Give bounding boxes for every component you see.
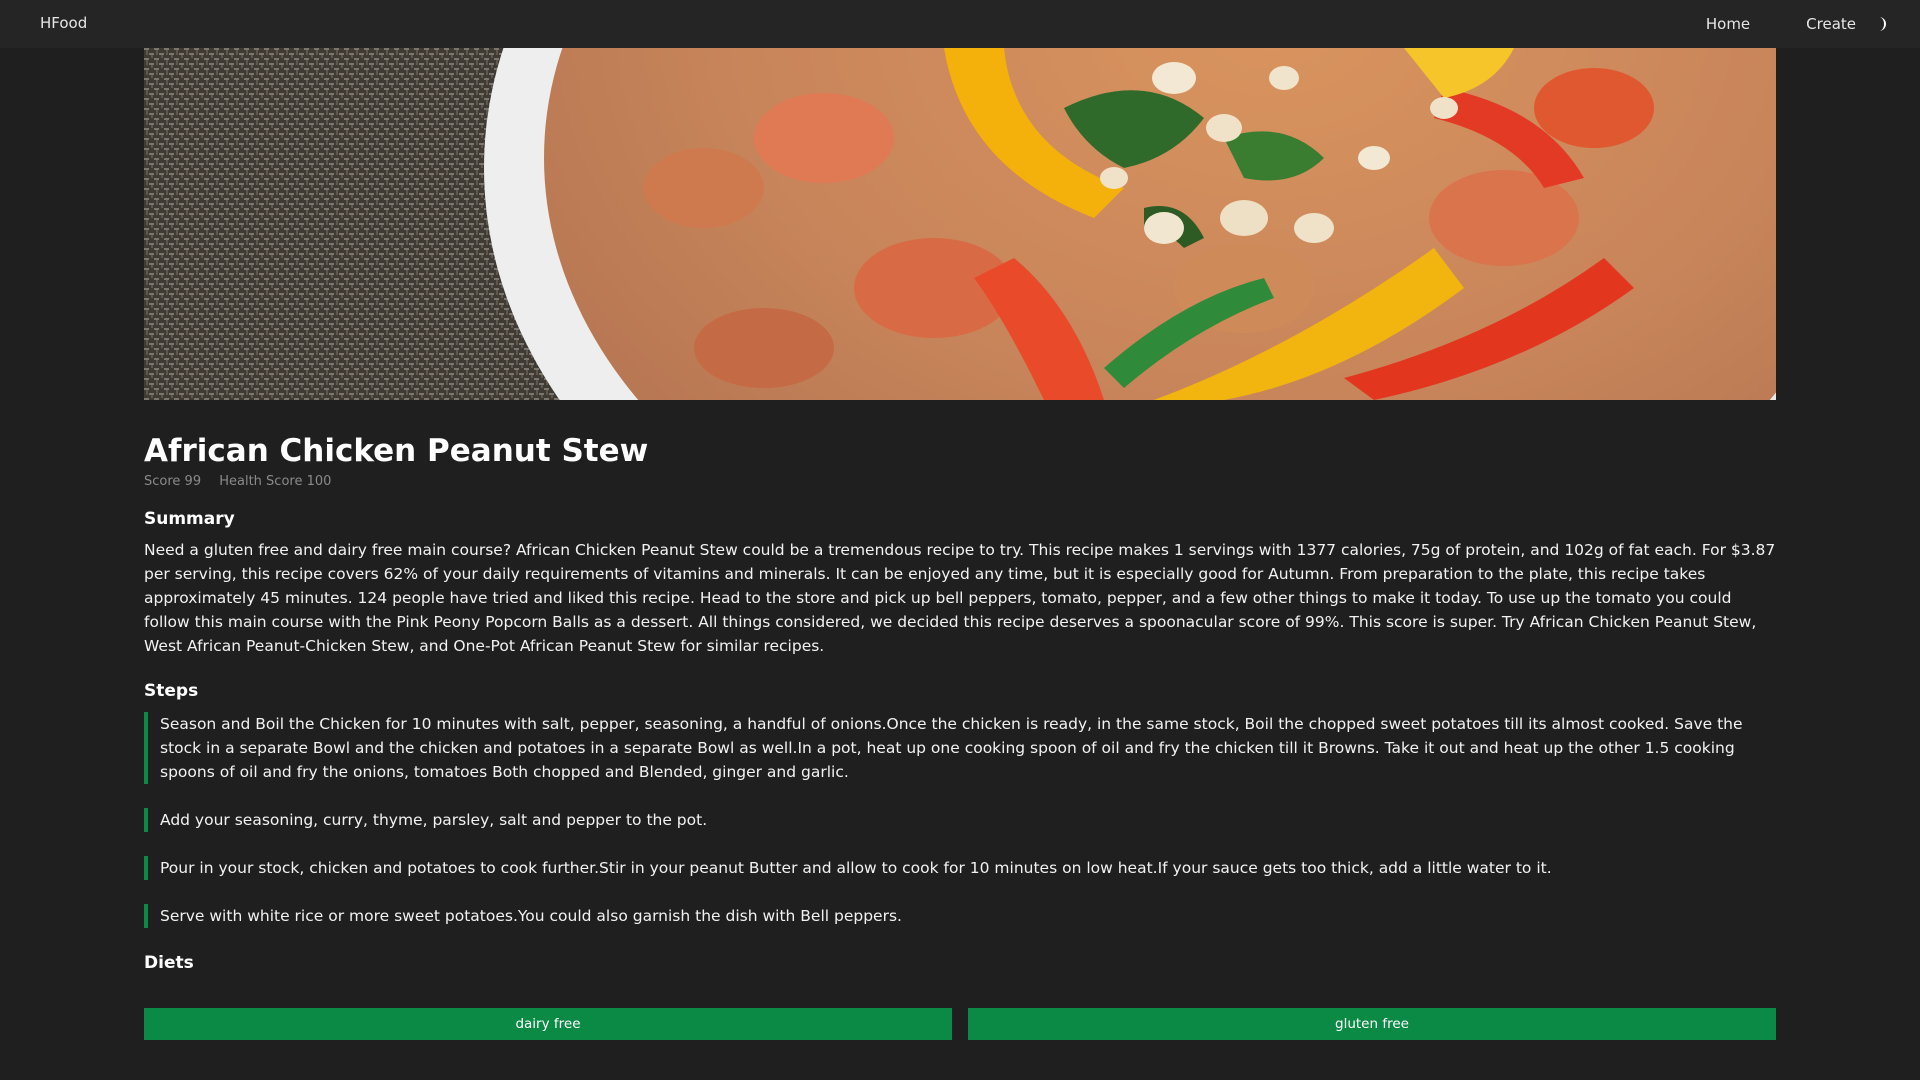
recipe-title: African Chicken Peanut Stew: [144, 433, 649, 469]
step-item: Season and Boil the Chicken for 10 minut…: [144, 712, 1776, 784]
navbar: HFood Home Create: [0, 0, 1920, 48]
nav-link-create[interactable]: Create: [1806, 15, 1856, 33]
nav-links: Home Create: [1650, 0, 1890, 48]
diets-heading: Diets: [144, 953, 194, 973]
step-item: Add your seasoning, curry, thyme, parsle…: [144, 808, 1776, 832]
recipe-detail: African Chicken Peanut Stew Score 99 Hea…: [144, 400, 1776, 1040]
stew-photo: [144, 48, 1776, 400]
recipe-scores: Score 99 Health Score 100: [144, 474, 1776, 490]
health-score-label: Health Score 100: [219, 474, 332, 489]
diet-tag-gluten-free: gluten free: [968, 1008, 1776, 1040]
recipe-image: [144, 48, 1776, 400]
step-item: Pour in your stock, chicken and potatoes…: [144, 856, 1776, 880]
step-item: Serve with white rice or more sweet pota…: [144, 904, 1776, 928]
nav-link-home[interactable]: Home: [1706, 15, 1750, 33]
brand-link[interactable]: HFood: [40, 14, 87, 32]
diet-tag-dairy-free: dairy free: [144, 1008, 952, 1040]
summary-text: Need a gluten free and dairy free main c…: [144, 541, 1776, 655]
steps-list: Season and Boil the Chicken for 10 minut…: [144, 712, 1776, 928]
steps-heading: Steps: [144, 681, 199, 701]
summary-heading: Summary: [144, 509, 235, 529]
score-label: Score 99: [144, 474, 202, 489]
moon-icon[interactable]: [1874, 16, 1890, 32]
diets-list: dairy free gluten free: [144, 1008, 1776, 1040]
